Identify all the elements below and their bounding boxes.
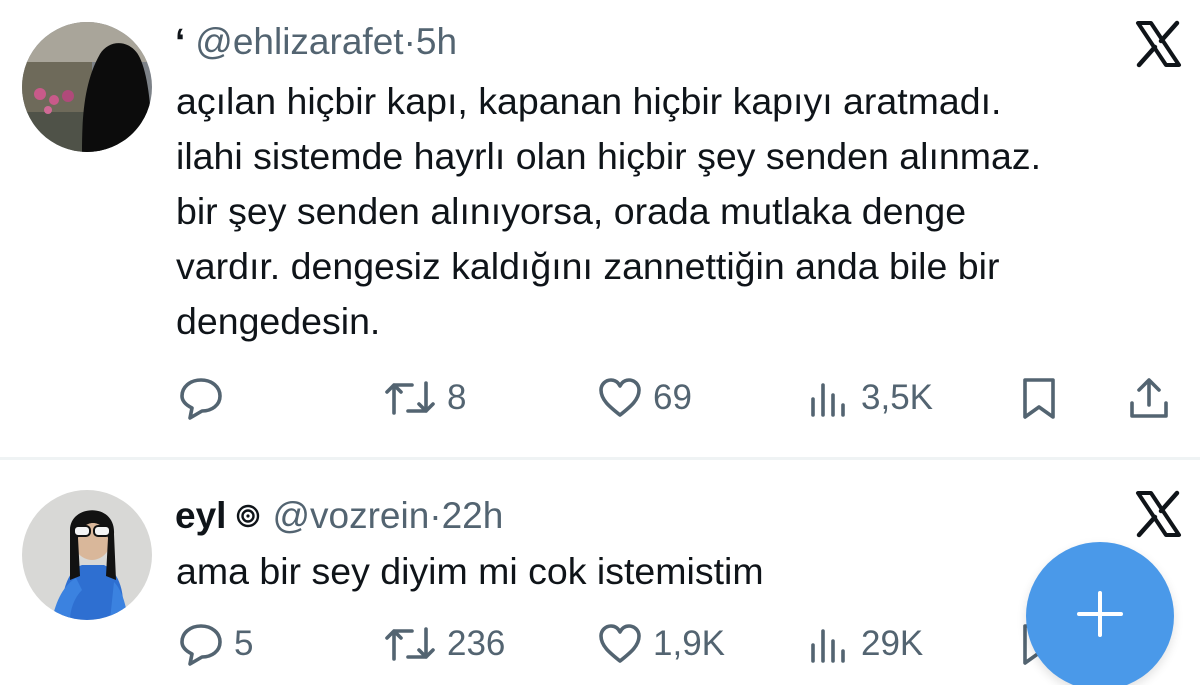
timestamp[interactable]: 22h [442,495,504,536]
views-button[interactable]: 29K [805,620,923,668]
avatar-photo [22,22,152,152]
spiral-badge-icon [236,494,260,538]
timestamp[interactable]: 5h [416,21,457,62]
tweet-text-line: vardır. dengesiz kaldığını zannettiğin a… [176,245,1000,287]
tweet-text-line: ilahi sistemde hayrlı olan hiçbir şey se… [176,135,1042,177]
views-count: 3,5K [861,378,933,417]
like-count: 1,9K [653,624,725,663]
separator-dot: · [429,495,442,536]
reply-button[interactable]: 5 [178,620,253,668]
tweet-header: eyl @vozrein·22h [175,494,503,542]
retweet-count: 8 [447,378,467,417]
tweet-text-line: bir şey senden alınıyorsa, orada mutlaka… [176,190,967,232]
like-button[interactable]: 69 [597,374,692,422]
avatar-photo [22,490,152,620]
tweet-text: açılan hiçbir kapı, kapanan hiçbir kapıy… [176,74,1186,349]
retweet-count: 236 [447,624,506,663]
bar-chart-icon [805,375,851,421]
like-button[interactable]: 1,9K [597,620,725,668]
separator-dot: · [403,21,416,62]
tweet-card[interactable]: eyl @vozrein·22h ama bir sey diyim mi cok… [0,460,1200,685]
avatar[interactable] [22,490,152,620]
tweet-text-line: açılan hiçbir kapı, kapanan hiçbir kapıy… [176,80,1002,122]
retweet-button[interactable]: 8 [383,374,466,422]
bookmark-icon [1016,375,1062,421]
display-name[interactable]: eyl [175,495,226,536]
user-handle[interactable]: @ehlizarafet [195,21,403,62]
reply-button[interactable] [178,374,234,422]
like-count: 69 [653,378,692,417]
retweet-button[interactable]: 236 [383,620,505,668]
compose-button[interactable] [1026,542,1174,685]
share-upload-icon [1126,375,1172,421]
avatar[interactable] [22,22,152,152]
plus-icon [1075,589,1125,644]
bookmark-button[interactable] [1016,374,1062,422]
tweet-card[interactable]: ‘@ehlizarafet·5h açılan hiçbir kapı, kap… [0,0,1200,457]
reply-bubble-icon [178,375,224,421]
tweet-actions: 8 69 3,5K [0,374,1200,422]
x-logo-icon[interactable] [1134,490,1182,538]
tweet-actions: 5 236 1,9K 29K [0,620,1200,668]
x-logo-icon[interactable] [1134,20,1182,68]
tweet-feed: ‘@ehlizarafet·5h açılan hiçbir kapı, kap… [0,0,1200,685]
user-handle[interactable]: @vozrein [272,495,429,536]
reply-count: 5 [234,624,254,663]
tweet-text-line: dengedesin. [176,300,381,342]
share-button[interactable] [1126,374,1172,422]
tweet-header: ‘@ehlizarafet·5h [175,20,457,64]
heart-icon [597,375,643,421]
reply-bubble-icon [178,621,224,667]
views-count: 29K [861,624,924,663]
display-name[interactable]: ‘ [175,21,185,62]
bar-chart-icon [805,621,851,667]
retweet-icon [383,621,437,667]
views-button[interactable]: 3,5K [805,374,933,422]
retweet-icon [383,375,437,421]
heart-icon [597,621,643,667]
